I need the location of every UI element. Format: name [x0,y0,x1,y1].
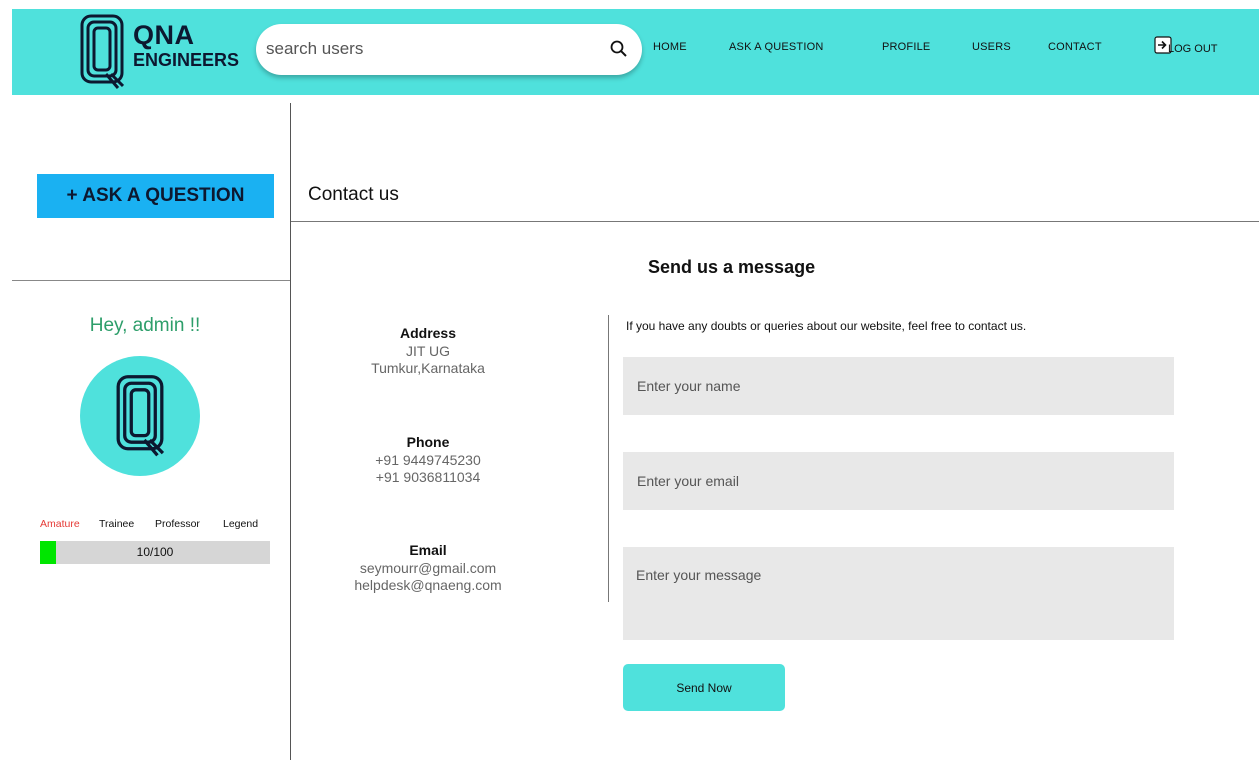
user-greeting: Hey, admin !! [89,315,201,336]
ask-question-button[interactable]: + ASK A QUESTION [37,174,274,218]
phone-line-2[interactable]: +91 9036811034 [320,469,536,486]
search-input[interactable] [266,34,586,64]
nav-contact[interactable]: CONTACT [1048,41,1102,53]
title-divider [291,221,1259,222]
email-field[interactable] [623,452,1174,510]
phone-block: Phone +91 9449745230 +91 9036811034 [320,434,536,486]
address-heading: Address [399,325,457,341]
contact-intro: If you have any doubts or queries about … [626,319,1027,333]
q-avatar-icon [116,375,164,457]
rank-professor: Professor [155,518,200,530]
nav-home[interactable]: HOME [653,41,687,53]
address-line-2: Tumkur,Karnataka [371,360,485,376]
rank-legend: Legend [223,518,259,530]
q-logo-icon [80,14,124,89]
nav-ask-a-question[interactable]: ASK A QUESTION [729,41,824,53]
section-title: Send us a message [648,257,816,277]
nav-users[interactable]: USERS [972,41,1011,53]
rank-amature: Amature [40,518,80,530]
email-line-1[interactable]: seymourr@gmail.com [320,560,536,577]
rank-trainee: Trainee [99,518,135,530]
email-block: Email seymourr@gmail.com helpdesk@qnaeng… [320,542,536,594]
logo-text: QNA ENGINEERS [133,20,240,70]
search-icon[interactable] [609,39,629,59]
message-field[interactable] [623,547,1174,640]
send-now-button[interactable]: Send Now [623,664,785,711]
nav-profile[interactable]: PROFILE [882,41,930,53]
page-title: Contact us [308,184,399,205]
email-heading: Email [409,542,447,558]
address-line-1: JIT UG [405,343,451,359]
logo-line-2: ENGINEERS [133,50,240,70]
progress-label: 10/100 [136,545,174,559]
search-box [256,24,642,75]
top-header: QNA ENGINEERS HOME ASK A QUESTION PROFIL… [12,9,1259,95]
contact-divider [608,315,609,602]
logo[interactable]: QNA ENGINEERS [80,14,255,90]
name-field[interactable] [623,357,1174,415]
logo-line-1: QNA [133,20,195,50]
email-line-2[interactable]: helpdesk@qnaeng.com [320,577,536,594]
logout-label: LOG OUT [1168,43,1218,55]
phone-heading: Phone [406,434,450,450]
phone-line-1[interactable]: +91 9449745230 [320,452,536,469]
sidebar-section-divider [12,280,290,281]
avatar[interactable] [80,356,200,476]
rank-progress-bar: 10/100 [40,541,270,564]
sidebar-divider [290,103,291,760]
address-block: Address JIT UG Tumkur,Karnataka [320,325,536,377]
